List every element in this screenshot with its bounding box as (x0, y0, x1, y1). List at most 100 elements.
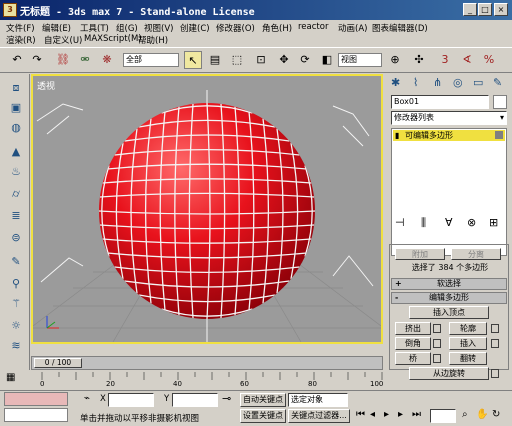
hinge-settings-icon[interactable] (491, 369, 499, 378)
key-icon[interactable]: ⊸ (222, 392, 231, 405)
perspective-viewport[interactable]: 透视 (31, 74, 383, 344)
maxscript-listener[interactable] (4, 392, 68, 406)
menu-maxscript[interactable]: MAXScript(M) (84, 34, 142, 44)
display-tab-icon[interactable]: ▭ (473, 76, 483, 89)
helper-icon[interactable]: ⚲ (7, 276, 25, 292)
modifier-list-dropdown[interactable]: 修改器列表 ▾ (391, 111, 507, 125)
extrude-settings-icon[interactable] (433, 324, 441, 333)
object-name-field[interactable]: Box01 (391, 95, 489, 109)
select-move-icon[interactable]: ✥ (275, 51, 293, 69)
next-frame-icon[interactable]: ▸ (398, 409, 403, 420)
menu-rendering[interactable]: 渲染(R) (6, 34, 36, 46)
create-tab-icon[interactable]: ✱ (391, 76, 400, 89)
close-button[interactable]: × (494, 3, 508, 16)
reference-coordinate-dropdown[interactable]: 视图 (338, 53, 382, 67)
x-coordinate-field[interactable] (108, 393, 154, 407)
time-slider-thumb[interactable]: 0 / 100 (34, 358, 82, 368)
detach-button[interactable]: 分离 (451, 248, 501, 260)
sphere-icon[interactable]: ◍ (7, 120, 25, 136)
insert-settings-icon[interactable] (491, 339, 499, 348)
flip-button[interactable]: 翻转 (449, 352, 487, 365)
cylinder-icon[interactable]: ⌭ (7, 186, 25, 202)
bind-space-warp-icon[interactable]: ❋ (98, 51, 116, 69)
insert-button[interactable]: 插入 (449, 337, 487, 350)
pan-icon[interactable]: ✋ (476, 409, 488, 420)
utilities-tab-icon[interactable]: ✎ (493, 76, 502, 89)
rectangular-selection-icon[interactable]: ⬚ (228, 51, 246, 69)
select-rotate-icon[interactable]: ⟳ (296, 51, 314, 69)
select-link-icon[interactable]: ⛓ (54, 51, 72, 69)
light-icon[interactable]: ☼ (7, 318, 25, 334)
menu-help[interactable]: 帮助(H) (138, 34, 168, 46)
hinge-from-edge-button[interactable]: 从边旋转 (409, 367, 489, 380)
bone-icon[interactable]: ⚚ (7, 296, 25, 312)
bridge-button[interactable]: 桥 (395, 352, 431, 365)
menu-tools[interactable]: 工具(T) (80, 22, 109, 34)
key-mode-dropdown[interactable]: 选定对象 (288, 393, 348, 407)
select-manipulate-icon[interactable]: ✣ (410, 51, 428, 69)
pin-stack-icon[interactable]: ⊣ (395, 216, 405, 229)
mini-curve-editor-icon[interactable]: ▦ (6, 372, 15, 383)
extrude-button[interactable]: 挤出 (395, 322, 431, 335)
select-object-icon[interactable]: ↖ (184, 51, 202, 69)
pivot-center-icon[interactable]: ⊕ (386, 51, 404, 69)
menu-file[interactable]: 文件(F) (6, 22, 35, 34)
bevel-settings-icon[interactable] (433, 339, 441, 348)
bridge-settings-icon[interactable] (433, 354, 441, 363)
menu-group[interactable]: 组(G) (116, 22, 138, 34)
selection-filter-dropdown[interactable]: 全部 (123, 53, 179, 67)
configure-sets-icon[interactable]: ⊞ (489, 216, 498, 229)
auto-key-button[interactable]: 自动关键点 (240, 393, 286, 407)
tube-icon[interactable]: ⊜ (7, 230, 25, 246)
create-geometry-icon[interactable]: ⧈ (7, 80, 25, 96)
remove-modifier-icon[interactable]: ⊗ (467, 216, 476, 229)
hierarchy-tab-icon[interactable]: ⋔ (433, 76, 442, 89)
insert-vertex-button[interactable]: 插入顶点 (409, 306, 489, 319)
go-to-end-icon[interactable]: ⏭ (412, 409, 421, 420)
menu-edit[interactable]: 编辑(E) (42, 22, 71, 34)
window-crossing-icon[interactable]: ⊡ (252, 51, 270, 69)
menu-character[interactable]: 角色(H) (262, 22, 292, 34)
motion-tab-icon[interactable]: ◎ (453, 76, 463, 89)
time-slider[interactable]: 0 / 100 (31, 356, 383, 370)
undo-icon[interactable]: ↶ (8, 51, 26, 69)
paint-icon[interactable]: ✎ (7, 254, 25, 270)
snap-toggle-icon[interactable]: 3 (436, 51, 454, 69)
menu-animation[interactable]: 动画(A) (338, 22, 367, 34)
menu-create[interactable]: 创建(C) (180, 22, 210, 34)
previous-frame-icon[interactable]: ◂ (370, 409, 375, 420)
maximize-button[interactable]: □ (478, 3, 492, 16)
modify-tab-icon[interactable]: ⌇ (413, 76, 418, 89)
key-filters-button[interactable]: 关键点过滤器... (288, 409, 350, 423)
menu-customize[interactable]: 自定义(U) (44, 34, 82, 46)
show-end-result-icon[interactable]: ⫼ (421, 216, 426, 230)
container-icon[interactable]: ▣ (7, 100, 25, 116)
make-unique-icon[interactable]: ∀ (445, 216, 453, 229)
minimize-button[interactable]: _ (463, 3, 477, 16)
go-to-start-icon[interactable]: ⏮ (356, 409, 365, 420)
select-scale-icon[interactable]: ◧ (318, 51, 336, 69)
object-color-swatch[interactable] (493, 95, 507, 109)
stack-icon[interactable]: ≣ (7, 208, 25, 224)
lock-selection-icon[interactable]: ⌁ (84, 393, 90, 404)
menu-views[interactable]: 视图(V) (144, 22, 173, 34)
outline-settings-icon[interactable] (491, 324, 499, 333)
bevel-button[interactable]: 倒角 (395, 337, 431, 350)
y-coordinate-field[interactable] (172, 393, 218, 407)
soft-selection-rollout[interactable]: + 软选择 (391, 278, 507, 290)
menu-graph-editors[interactable]: 图表编辑器(D) (372, 22, 428, 34)
stack-item[interactable]: ▮ 可编辑多边形 (393, 130, 505, 141)
stack-item-expand-icon[interactable]: ▮ (395, 130, 399, 141)
unlink-icon[interactable]: ⚮ (76, 51, 94, 69)
arc-rotate-icon[interactable]: ↻ (492, 409, 500, 420)
zoom-icon[interactable]: ⌕ (462, 409, 468, 420)
cone-icon[interactable]: ▲ (7, 144, 25, 160)
redo-icon[interactable]: ↷ (28, 51, 46, 69)
current-frame-field[interactable] (430, 409, 456, 423)
angle-snap-icon[interactable]: ∢ (458, 51, 476, 69)
percent-snap-icon[interactable]: % (480, 51, 498, 69)
stack-visibility-icon[interactable] (495, 131, 503, 139)
menu-reactor[interactable]: reactor (298, 22, 328, 32)
select-by-name-icon[interactable]: ▤ (206, 51, 224, 69)
waves-icon[interactable]: ≋ (7, 338, 25, 354)
